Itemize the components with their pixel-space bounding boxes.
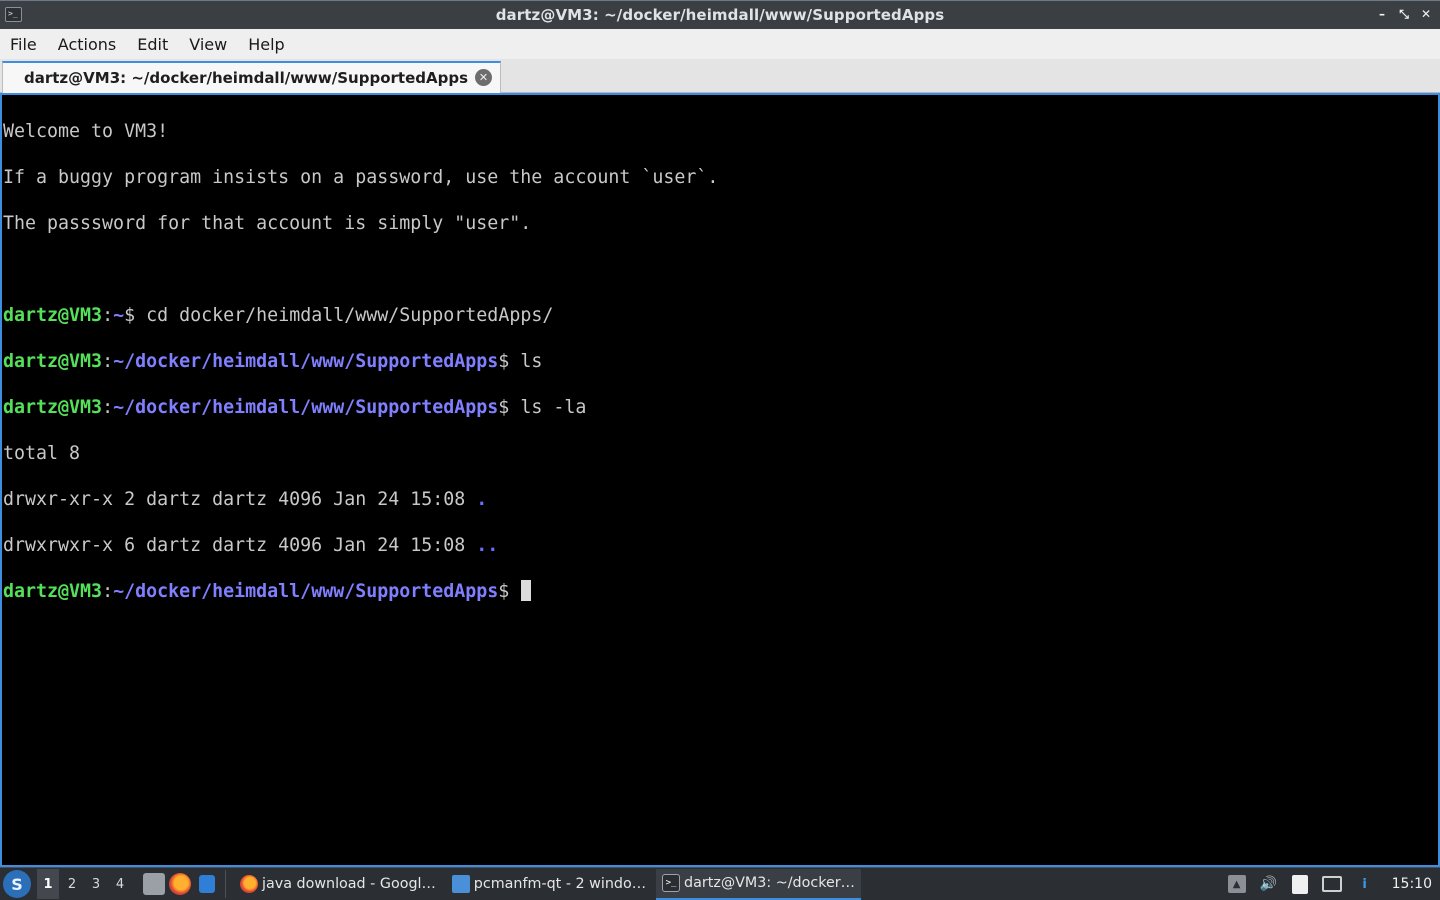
command-text: ls xyxy=(509,351,543,372)
firefox-icon xyxy=(240,875,258,893)
prompt-path: ~/docker/heimdall/www/SupportedApps xyxy=(113,581,499,602)
command-text: ls -la xyxy=(509,397,587,418)
maximize-button[interactable]: ⤡ xyxy=(1396,5,1412,23)
task-label: java download - Googl… xyxy=(262,876,436,892)
prompt-dollar: $ xyxy=(498,397,510,418)
taskbar-separator xyxy=(225,870,226,898)
window-controls: – ⤡ ✕ xyxy=(1374,5,1434,23)
prompt-path: ~/docker/heimdall/www/SupportedApps xyxy=(113,351,499,372)
start-menu-icon[interactable]: S xyxy=(3,870,31,898)
output-row: drwxr-xr-x 2 dartz dartz 4096 Jan 24 15:… xyxy=(3,488,1438,511)
minimize-button[interactable]: – xyxy=(1374,5,1390,23)
welcome-line: Welcome to VM3! xyxy=(3,121,169,142)
output-row: drwxrwxr-x 6 dartz dartz 4096 Jan 24 15:… xyxy=(3,534,1438,557)
prompt-path: ~/docker/heimdall/www/SupportedApps xyxy=(113,397,499,418)
welcome-line: The passsword for that account is simply… xyxy=(3,213,532,234)
prompt-user: dartz@VM3 xyxy=(3,305,103,326)
menu-actions[interactable]: Actions xyxy=(58,35,116,54)
task-label: pcmanfm-qt - 2 windo… xyxy=(473,876,647,892)
output-row-text: drwxrwxr-x 6 dartz dartz 4096 Jan 24 15:… xyxy=(3,535,477,556)
prompt-dollar: $ xyxy=(498,581,521,602)
menu-file[interactable]: File xyxy=(10,35,37,54)
clock[interactable]: 15:10 xyxy=(1392,876,1432,892)
output-row-text: drwxr-xr-x 2 dartz dartz 4096 Jan 24 15:… xyxy=(3,489,477,510)
welcome-line: If a buggy program insists on a password… xyxy=(3,167,719,188)
command-line: dartz@VM3:~/docker/heimdall/www/Supporte… xyxy=(3,350,1438,373)
prompt-user: dartz@VM3 xyxy=(3,397,103,418)
desktop-1-button[interactable]: 1 xyxy=(37,869,59,899)
prompt-user: dartz@VM3 xyxy=(3,351,103,372)
text-cursor xyxy=(521,580,532,601)
folder-icon xyxy=(451,875,470,893)
task-pcmanfm[interactable]: pcmanfm-qt - 2 windo… xyxy=(446,869,652,900)
command-text: cd docker/heimdall/www/SupportedApps/ xyxy=(135,305,554,326)
volume-icon[interactable]: 🔊 xyxy=(1260,875,1278,893)
file-manager-launcher-icon[interactable] xyxy=(143,873,165,895)
prompt-colon: : xyxy=(102,305,114,326)
window-title: dartz@VM3: ~/docker/heimdall/www/Support… xyxy=(495,6,945,24)
task-terminal[interactable]: >_ dartz@VM3: ~/docker… xyxy=(656,868,861,900)
prompt-path: ~ xyxy=(113,305,125,326)
command-line: dartz@VM3:~/docker/heimdall/www/Supporte… xyxy=(3,396,1438,419)
terminal-icon: >_ xyxy=(662,874,681,892)
desktop-3-button[interactable]: 3 xyxy=(85,869,107,899)
desktop-2-button[interactable]: 2 xyxy=(61,869,83,899)
upload-icon[interactable]: ▲ xyxy=(1227,875,1246,893)
menu-view[interactable]: View xyxy=(189,35,227,54)
clipboard-icon[interactable] xyxy=(1291,874,1308,894)
desktop-4-button[interactable]: 4 xyxy=(109,869,131,899)
close-button[interactable]: ✕ xyxy=(1418,5,1434,23)
firefox-launcher-icon[interactable] xyxy=(169,873,191,895)
prompt-dollar: $ xyxy=(124,305,136,326)
output-row-name: . xyxy=(476,489,488,510)
window-titlebar[interactable]: >_ dartz@VM3: ~/docker/heimdall/www/Supp… xyxy=(0,0,1440,29)
prompt-colon: : xyxy=(102,397,114,418)
prompt-dollar: $ xyxy=(498,351,510,372)
prompt-user: dartz@VM3 xyxy=(3,581,103,602)
prompt-colon: : xyxy=(102,351,114,372)
show-desktop-icon[interactable] xyxy=(199,875,215,893)
prompt-colon: : xyxy=(102,581,114,602)
menu-edit[interactable]: Edit xyxy=(137,35,168,54)
terminal-app-icon[interactable]: >_ xyxy=(5,7,22,22)
terminal-output[interactable]: Welcome to VM3! If a buggy program insis… xyxy=(0,93,1440,867)
tab-close-icon[interactable]: ✕ xyxy=(475,69,492,86)
tab-terminal[interactable]: dartz@VM3: ~/docker/heimdall/www/Support… xyxy=(2,61,501,93)
active-prompt-line[interactable]: dartz@VM3:~/docker/heimdall/www/Supporte… xyxy=(3,580,1438,603)
output-total: total 8 xyxy=(3,443,81,464)
system-tray: ▲ 🔊 i 15:10 xyxy=(1227,874,1440,894)
tab-label: dartz@VM3: ~/docker/heimdall/www/Support… xyxy=(24,69,469,87)
info-icon[interactable]: i xyxy=(1356,875,1374,893)
command-line: dartz@VM3:~$ cd docker/heimdall/www/Supp… xyxy=(3,304,1438,327)
task-firefox[interactable]: java download - Googl… xyxy=(234,869,442,900)
tab-bar: dartz@VM3: ~/docker/heimdall/www/Support… xyxy=(0,59,1440,93)
menu-help[interactable]: Help xyxy=(248,35,284,54)
task-label: dartz@VM3: ~/docker… xyxy=(684,875,855,891)
menu-bar: File Actions Edit View Help xyxy=(0,29,1440,59)
taskbar: S 1 2 3 4 java download - Googl… pcmanfm… xyxy=(0,867,1440,900)
network-icon[interactable] xyxy=(1321,876,1342,892)
output-row-name: .. xyxy=(476,535,499,556)
